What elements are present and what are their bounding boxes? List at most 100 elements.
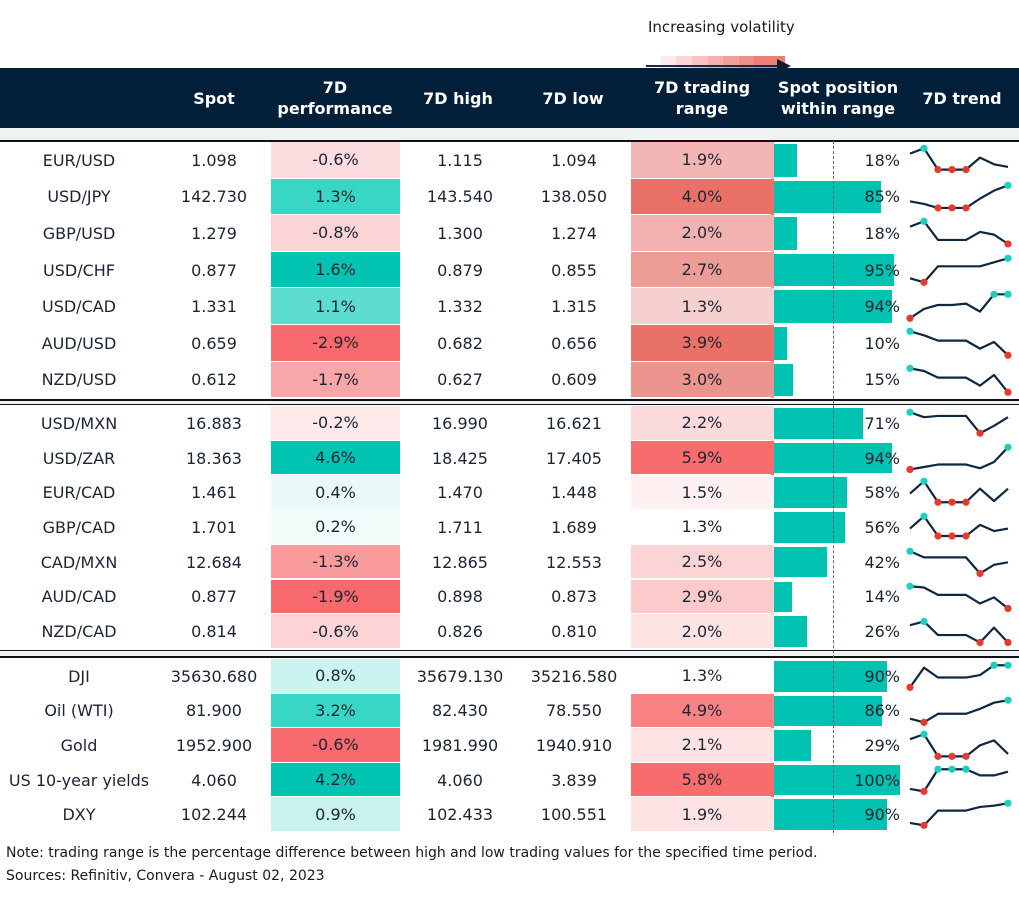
performance-cell: -1.7% [271, 361, 400, 398]
trend-low-marker [976, 429, 984, 437]
trend-sparkline [906, 327, 1012, 359]
high-value: 4.060 [437, 770, 483, 790]
trend-sparkline [909, 765, 1009, 795]
position-label: 94% [864, 448, 900, 468]
trend-sparkline [906, 443, 1012, 473]
trend-low-marker [934, 499, 942, 507]
trend-high-marker [948, 765, 956, 773]
trend-high-marker [906, 364, 914, 372]
row-name: DJI [68, 666, 90, 686]
position-track: 42% [774, 546, 900, 578]
performance-cell: 4.2% [271, 762, 400, 797]
position-label: 14% [864, 587, 900, 607]
trend-line [909, 183, 1009, 209]
row-name: US 10-year yields [8, 770, 150, 790]
position-track: 15% [774, 363, 900, 397]
trend-high-marker [990, 661, 998, 669]
trend-low-marker [948, 752, 956, 761]
row-name: DXY [62, 805, 96, 825]
spot-value: 1.461 [191, 483, 237, 503]
trend-sparkline [906, 408, 1009, 437]
range-cell: 1.3% [631, 659, 773, 693]
position-bar [774, 546, 827, 578]
range-cell: 2.7% [631, 251, 773, 288]
volatility-legend: Increasing volatility [632, 16, 795, 76]
header-high: 7D high [423, 88, 493, 108]
divider [0, 650, 1019, 651]
performance-cell: -1.9% [271, 579, 400, 614]
performance-cell: -0.8% [271, 215, 400, 251]
high-value: 0.627 [437, 370, 483, 390]
table-row: CAD/MXN 12.684 -1.3% 12.865 12.553 2.5% … [0, 544, 1019, 580]
range-cell: 1.5% [631, 475, 773, 510]
trend-sparkline [909, 730, 1009, 761]
low-value: 1.274 [551, 223, 597, 243]
trend-low-marker [962, 752, 970, 761]
spot-value: 1.279 [191, 223, 237, 243]
position-bar [774, 327, 787, 360]
position-label: 58% [864, 483, 900, 503]
performance-cell: 0.9% [271, 797, 400, 831]
trend-high-marker [1004, 254, 1012, 262]
range-cell: 2.1% [631, 728, 773, 762]
position-label: 86% [864, 701, 900, 721]
low-value: 78.550 [546, 701, 602, 721]
position-label: 90% [864, 666, 900, 686]
position-label: 18% [864, 150, 900, 170]
spot-value: 4.060 [191, 770, 237, 790]
position-track: 94% [774, 290, 900, 323]
high-value: 102.433 [426, 805, 494, 825]
position-track: 94% [774, 442, 900, 474]
header-position: Spot position within range [777, 78, 899, 118]
table-row: DXY 102.244 0.9% 102.433 100.551 1.9% 90… [0, 797, 1019, 832]
position-label: 26% [864, 622, 900, 642]
high-value: 82.430 [432, 701, 488, 721]
row-name: Gold [60, 735, 98, 755]
trend-low-marker [962, 203, 970, 212]
position-bar [774, 217, 797, 250]
trend-high-marker [1004, 800, 1012, 808]
trend-sparkline [906, 661, 1012, 691]
range-cell: 2.9% [631, 579, 773, 614]
trend-low-marker [962, 166, 970, 174]
spot-value: 0.814 [191, 622, 237, 642]
spot-value: 1952.900 [175, 735, 253, 755]
row-name: USD/CHF [43, 260, 115, 280]
row-name: EUR/USD [42, 150, 116, 170]
trend-low-marker [1004, 351, 1012, 359]
trend-low-marker [948, 532, 956, 540]
spot-value: 1.331 [191, 297, 237, 317]
position-track: 90% [774, 661, 900, 692]
range-cell: 2.5% [631, 544, 773, 579]
row-name: NZD/USD [41, 370, 117, 390]
trend-high-marker [906, 327, 914, 335]
position-label: 10% [864, 333, 900, 353]
trend-low-marker [920, 718, 928, 726]
high-value: 1.115 [437, 150, 483, 170]
position-track: 18% [774, 144, 900, 177]
header-range: 7D trading range [653, 78, 751, 118]
trend-low-marker [906, 315, 914, 323]
low-value: 1.094 [551, 150, 597, 170]
position-bar [774, 408, 864, 439]
range-cell: 4.9% [631, 693, 773, 728]
trend-low-marker [1004, 240, 1012, 248]
table-row: AUD/CAD 0.877 -1.9% 0.898 0.873 2.9% 14% [0, 579, 1019, 615]
performance-cell: 4.6% [271, 440, 400, 475]
position-track: 85% [774, 180, 900, 214]
spot-value: 18.363 [186, 448, 242, 468]
performance-cell: 0.8% [271, 659, 400, 693]
trend-high-marker [1004, 661, 1012, 669]
low-value: 1940.910 [535, 735, 613, 755]
performance-cell: -0.6% [271, 142, 400, 178]
row-name: USD/CAD [41, 297, 116, 317]
header-spot: Spot [193, 88, 235, 108]
trend-low-marker [976, 569, 984, 577]
low-value: 35216.580 [530, 666, 618, 686]
position-track: 14% [774, 581, 900, 613]
trend-sparkline [909, 254, 1012, 286]
spot-value: 16.883 [186, 413, 242, 433]
trend-high-marker [906, 547, 914, 555]
trend-low-marker [1004, 388, 1012, 396]
trend-low-marker [1004, 604, 1012, 612]
